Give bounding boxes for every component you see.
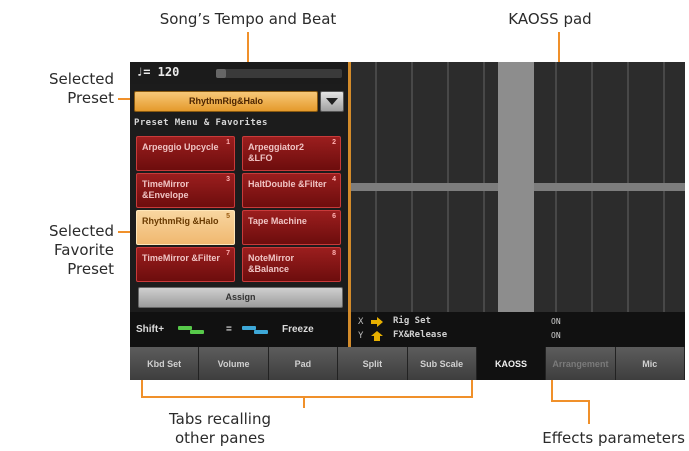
favorite-number: 4 [332, 176, 336, 183]
favorite-button-7[interactable]: TimeMirror &Filter 7 [136, 247, 235, 282]
preset-menu-title: Preset Menu & Favorites [134, 118, 268, 128]
tab-arrangement[interactable]: Arrangement [546, 347, 616, 380]
selected-favorite-callout: Selected Favorite Preset [0, 222, 114, 279]
favorite-button-2[interactable]: Arpeggiator2 &LFO 2 [242, 136, 341, 171]
tempo-callout: Song’s Tempo and Beat [159, 10, 337, 28]
tabs-leader-left [141, 380, 143, 396]
selected-favorite-callout-line1: Selected [48, 222, 114, 240]
beat-marker [216, 69, 226, 78]
tabs-leader-right [471, 380, 473, 396]
instrument-screen: ♩= 120 RhythmRig&Halo Preset Menu & Favo… [130, 62, 685, 380]
tab-kbd-set[interactable]: Kbd Set [130, 347, 200, 380]
tempo-leader-line [247, 32, 249, 64]
y-arrow-icon [371, 331, 383, 341]
shift-freeze-row: Shift+ = Freeze [130, 312, 348, 347]
tab-kaoss[interactable]: KAOSS [476, 347, 547, 380]
freeze-arrows-icon [242, 326, 268, 334]
pad-x-position-line [498, 62, 534, 312]
tab-split[interactable]: Split [338, 347, 408, 380]
kaoss-pad[interactable] [351, 62, 685, 312]
y-parameter-value: ON [551, 331, 561, 340]
favorite-label: TimeMirror &Filter [142, 253, 220, 263]
preset-pane: ♩= 120 RhythmRig&Halo Preset Menu & Favo… [130, 62, 348, 312]
x-axis-label: X [358, 317, 364, 327]
equals-label: = [226, 324, 232, 335]
favorite-button-4[interactable]: HaltDouble &Filter 4 [242, 173, 341, 208]
favorite-label: TimeMirror &Envelope [142, 179, 189, 200]
selected-favorite-callout-line2: Favorite [54, 241, 114, 259]
green-arrows-icon [178, 326, 204, 334]
kaoss-callout: KAOSS pad [508, 10, 592, 28]
favorite-label: Arpeggio Upcycle [142, 142, 219, 152]
tab-mic[interactable]: Mic [615, 347, 685, 380]
favorite-number: 1 [226, 139, 230, 146]
selected-preset-callout: Selected Preset [0, 70, 114, 108]
favorite-label: RhythmRig &Halo [142, 216, 219, 226]
favorite-button-6[interactable]: Tape Machine 6 [242, 210, 341, 245]
x-parameter-name[interactable]: Rig Set [393, 316, 431, 326]
favorite-button-3[interactable]: TimeMirror &Envelope 3 [136, 173, 235, 208]
favorite-button-5-selected[interactable]: RhythmRig &Halo 5 [136, 210, 235, 245]
y-parameter-name[interactable]: FX&Release [393, 330, 447, 340]
tempo-beat-row: ♩= 120 [130, 62, 348, 84]
favorite-label: Tape Machine [248, 216, 307, 226]
effects-callout: Effects parameters [542, 429, 685, 447]
shift-label: Shift+ [136, 324, 165, 335]
pane-tabs: Kbd Set Volume Pad Split Sub Scale KAOSS… [130, 347, 685, 380]
tabs-leader-horizontal [141, 396, 473, 398]
tab-pad[interactable]: Pad [268, 347, 339, 380]
y-axis-label: Y [358, 331, 364, 341]
x-arrow-icon [371, 317, 383, 327]
freeze-label: Freeze [282, 324, 314, 335]
favorite-number: 8 [332, 250, 336, 257]
favorite-number: 3 [226, 176, 230, 183]
tabs-callout: Tabs recalling other panes [120, 410, 320, 448]
favorite-number: 7 [226, 250, 230, 257]
favorite-label: Arpeggiator2 &LFO [248, 142, 305, 163]
tab-volume[interactable]: Volume [199, 347, 269, 380]
effects-parameters: X Rig Set ON Y FX&Release ON [351, 312, 685, 347]
tabs-callout-line1: Tabs recalling [168, 410, 271, 428]
chevron-down-icon [326, 98, 338, 105]
favorite-number: 6 [332, 213, 336, 220]
effects-leader-horizontal [551, 400, 589, 402]
tabs-leader-down [303, 396, 305, 408]
favorite-label: NoteMirror &Balance [248, 253, 295, 274]
selected-preset-callout-line2: Preset [67, 89, 114, 107]
favorite-button-1[interactable]: Arpeggio Upcycle 1 [136, 136, 235, 171]
preset-dropdown-button[interactable] [320, 91, 344, 112]
selected-favorite-callout-line3: Preset [67, 260, 114, 278]
favorite-button-8[interactable]: NoteMirror &Balance 8 [242, 247, 341, 282]
tab-sub-scale[interactable]: Sub Scale [407, 347, 477, 380]
selected-preset-callout-line1: Selected [48, 70, 114, 88]
favorite-number: 2 [332, 139, 336, 146]
beat-indicator [216, 69, 342, 78]
favorite-label: HaltDouble &Filter [248, 179, 327, 189]
tabs-callout-line2: other panes [175, 429, 265, 447]
favorite-number: 5 [226, 213, 230, 220]
x-parameter-value: ON [551, 317, 561, 326]
effects-leader-down [588, 400, 590, 424]
assign-button[interactable]: Assign [138, 287, 343, 308]
preset-select[interactable]: RhythmRig&Halo [134, 91, 318, 112]
tempo-value[interactable]: ♩= 120 [136, 65, 179, 79]
